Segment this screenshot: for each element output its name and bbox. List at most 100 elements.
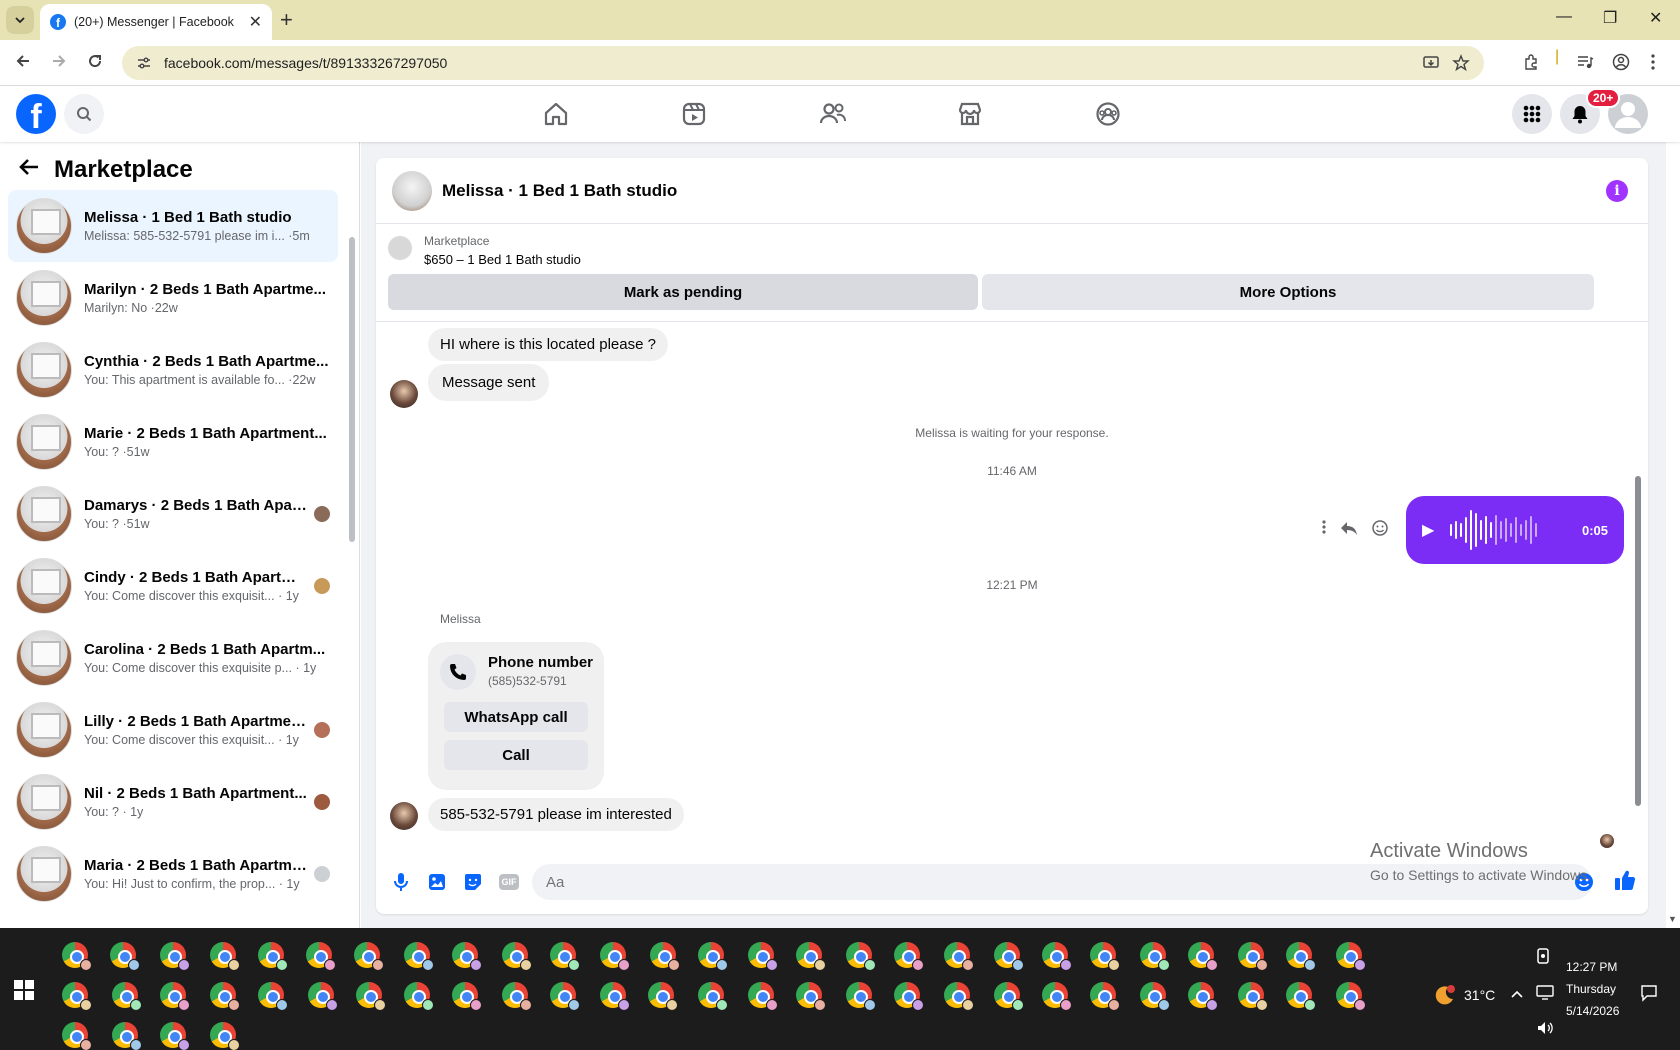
chrome-taskbar-icon[interactable] (894, 982, 924, 1011)
conversation-item-nil[interactable]: Nil · 2 Beds 1 Bath Apartment... You: ? ·… (8, 766, 338, 838)
clock-time[interactable]: 12:27 PM (1566, 960, 1617, 974)
chrome-taskbar-icon[interactable] (160, 1022, 190, 1050)
install-app-icon[interactable] (1422, 54, 1440, 72)
audio-waveform[interactable] (1450, 505, 1582, 555)
chrome-taskbar-icon[interactable] (404, 982, 434, 1011)
conversation-item-damarys[interactable]: Damarys · 2 Beds 1 Bath Apart... You: ? ·… (8, 478, 338, 550)
chrome-taskbar-icon[interactable] (1140, 982, 1170, 1011)
conversation-item-cindy[interactable]: Cindy · 2 Beds 1 Bath Apartme... You: Com… (8, 550, 338, 622)
chrome-taskbar-icon[interactable] (1238, 942, 1268, 971)
chrome-taskbar-icon[interactable] (1238, 982, 1268, 1011)
browser-tab-messenger[interactable]: f (20+) Messenger | Facebook ✕ (40, 4, 272, 40)
chrome-taskbar-icon[interactable] (112, 1022, 142, 1050)
tab-close-icon[interactable]: ✕ (249, 12, 262, 32)
mark-as-pending-button[interactable]: Mark as pending (388, 274, 978, 310)
chrome-taskbar-icon[interactable] (452, 942, 482, 971)
gif-icon[interactable]: GIF (498, 871, 520, 893)
conversation-item-melissa[interactable]: Melissa · 1 Bed 1 Bath studio Melissa: 58… (8, 190, 338, 262)
conversation-item-carolina[interactable]: Carolina · 2 Beds 1 Bath Apartm... You: C… (8, 622, 338, 694)
play-icon[interactable]: ▶ (1422, 520, 1434, 540)
chrome-taskbar-icon[interactable] (550, 942, 580, 971)
chrome-taskbar-icon[interactable] (748, 942, 778, 971)
chat-scrollbar[interactable] (1634, 306, 1642, 846)
chrome-taskbar-icon[interactable] (796, 982, 826, 1011)
chrome-taskbar-icon[interactable] (994, 942, 1024, 971)
message-input[interactable] (532, 864, 1592, 900)
chrome-taskbar-icon[interactable] (258, 982, 288, 1011)
browser-menu-icon[interactable] (1650, 53, 1656, 76)
chat-scroll-thumb[interactable] (1635, 476, 1641, 806)
info-icon[interactable]: i (1606, 180, 1628, 202)
chrome-taskbar-icon[interactable] (160, 942, 190, 971)
chrome-taskbar-icon[interactable] (62, 942, 92, 971)
sidebar-scrollbar[interactable]: ▲ ▼ (348, 192, 357, 692)
more-actions-icon[interactable] (1322, 520, 1326, 540)
bookmark-star-icon[interactable] (1452, 54, 1470, 72)
chrome-taskbar-icon[interactable] (1042, 942, 1072, 971)
site-info-icon[interactable] (136, 55, 152, 71)
sender-avatar[interactable] (390, 380, 418, 408)
listing-price[interactable]: $650 – 1 Bed 1 Bath studio (424, 252, 581, 267)
chrome-taskbar-icon[interactable] (748, 982, 778, 1011)
chrome-taskbar-icon[interactable] (210, 982, 240, 1011)
chrome-taskbar-icon[interactable] (1336, 982, 1366, 1011)
facebook-logo-icon[interactable]: f (16, 94, 56, 134)
chrome-taskbar-icon[interactable] (1090, 942, 1120, 971)
chrome-taskbar-icon[interactable] (62, 982, 92, 1011)
conversation-item-lilly[interactable]: Lilly · 2 Beds 1 Bath Apartmen... You: Co… (8, 694, 338, 766)
menu-grid-button[interactable] (1512, 94, 1552, 134)
listing-thumbnail[interactable] (388, 236, 412, 260)
sender-avatar[interactable] (390, 802, 418, 830)
conversation-item-cynthia[interactable]: Cynthia · 2 Beds 1 Bath Apartme... You: T… (8, 334, 338, 406)
home-icon[interactable] (538, 96, 574, 132)
microphone-icon[interactable] (390, 871, 412, 893)
chrome-taskbar-icon[interactable] (110, 942, 140, 971)
network-icon[interactable] (1536, 984, 1554, 1003)
page-scrollbar[interactable]: ▲ ▼ (1666, 86, 1680, 928)
new-tab-button[interactable]: + (280, 8, 293, 32)
chrome-taskbar-icon[interactable] (502, 942, 532, 971)
chrome-taskbar-icon[interactable] (648, 982, 678, 1011)
reply-icon[interactable] (1340, 520, 1358, 540)
chrome-taskbar-icon[interactable] (306, 942, 336, 971)
chrome-taskbar-icon[interactable] (600, 982, 630, 1011)
react-emoji-icon[interactable] (1372, 520, 1388, 540)
chrome-taskbar-icon[interactable] (1090, 982, 1120, 1011)
groups-icon[interactable] (1090, 96, 1126, 132)
chrome-taskbar-icon[interactable] (1188, 982, 1218, 1011)
chrome-taskbar-icon[interactable] (650, 942, 680, 971)
chrome-taskbar-icon[interactable] (258, 942, 288, 971)
sticker-icon[interactable] (462, 871, 484, 893)
reload-icon[interactable] (86, 52, 104, 75)
conversation-item-marie[interactable]: Marie · 2 Beds 1 Bath Apartment... You: ?… (8, 406, 338, 478)
conversation-item-maria[interactable]: Maria · 2 Beds 1 Bath Apartme... You: Hi!… (8, 838, 338, 910)
notification-center-icon[interactable] (1640, 984, 1658, 1005)
chrome-taskbar-icon[interactable] (894, 942, 924, 971)
chrome-taskbar-icon[interactable] (1188, 942, 1218, 971)
address-bar[interactable]: facebook.com/messages/t/891333267297050 (122, 46, 1484, 80)
chrome-taskbar-icon[interactable] (994, 982, 1024, 1011)
chrome-taskbar-icon[interactable] (846, 982, 876, 1011)
clock-day[interactable]: Thursday (1566, 982, 1616, 996)
media-controls-icon[interactable] (1576, 53, 1594, 76)
chrome-taskbar-icon[interactable] (308, 982, 338, 1011)
chrome-taskbar-icon[interactable] (210, 1022, 240, 1050)
restore-button[interactable]: ❐ (1603, 8, 1617, 28)
chrome-taskbar-icon[interactable] (1286, 942, 1316, 971)
chat-avatar[interactable] (392, 170, 432, 211)
chrome-taskbar-icon[interactable] (62, 1022, 92, 1050)
volume-icon[interactable] (1536, 1020, 1554, 1039)
chrome-taskbar-icon[interactable] (698, 982, 728, 1011)
call-button[interactable]: Call (444, 740, 588, 770)
capture-icon[interactable] (1536, 948, 1550, 967)
chrome-taskbar-icon[interactable] (452, 982, 482, 1011)
chrome-taskbar-icon[interactable] (796, 942, 826, 971)
friends-icon[interactable] (815, 96, 851, 132)
tray-chevron-icon[interactable] (1510, 986, 1524, 1002)
back-arrow-icon[interactable] (18, 157, 40, 183)
emoji-icon[interactable] (1574, 872, 1594, 898)
photo-icon[interactable] (426, 871, 448, 893)
chat-title[interactable]: Melissa · 1 Bed 1 Bath studio (442, 181, 677, 201)
profile-icon[interactable] (1612, 53, 1630, 76)
chrome-taskbar-icon[interactable] (112, 982, 142, 1011)
